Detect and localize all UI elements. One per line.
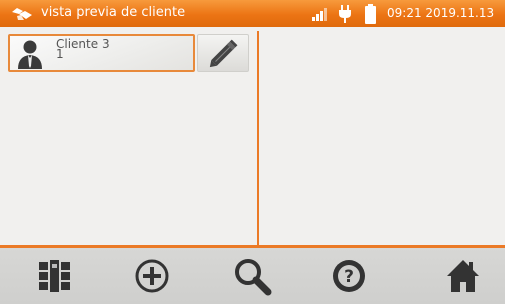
signal-strength-icon	[312, 8, 327, 21]
add-button[interactable]	[112, 248, 192, 304]
structure-button[interactable]	[14, 248, 94, 304]
help-button[interactable]: ?	[309, 248, 389, 304]
client-detail-panel	[259, 27, 505, 245]
svg-text:?: ?	[344, 267, 354, 287]
status-datetime: 09:21 2019.11.13	[387, 6, 494, 20]
status-date: 2019.11.13	[425, 6, 495, 20]
add-icon	[135, 259, 169, 293]
help-icon: ?	[333, 260, 365, 292]
pencil-icon	[209, 39, 238, 68]
status-time: 09:21	[387, 6, 422, 20]
battery-icon	[365, 4, 376, 24]
home-icon	[447, 260, 479, 292]
person-icon	[18, 40, 42, 69]
panel-divider	[257, 31, 259, 245]
home-button[interactable]	[423, 248, 503, 304]
screen-title: vista previa de cliente	[41, 5, 186, 20]
edit-client-button[interactable]	[197, 34, 249, 72]
search-icon	[235, 259, 272, 296]
client-list-item[interactable]: Cliente 3 1	[8, 34, 195, 72]
bottom-toolbar: ?	[0, 248, 505, 304]
search-button[interactable]	[211, 248, 291, 304]
structure-icon	[39, 260, 70, 292]
client-id: 1	[56, 47, 64, 61]
client-name: Cliente 3	[56, 37, 110, 51]
meter-logo-icon	[12, 8, 32, 20]
power-plug-icon	[339, 5, 351, 23]
status-bar: vista previa de cliente 09:21 2019.11.13	[0, 0, 505, 27]
